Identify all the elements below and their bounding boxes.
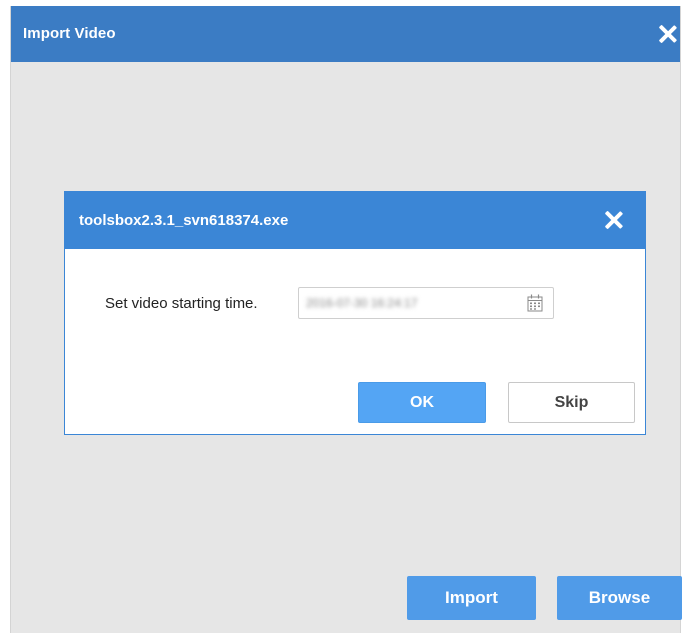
start-time-input[interactable]: 2016-07-30 16:24:17 xyxy=(298,287,554,319)
ok-button[interactable]: OK xyxy=(358,382,486,423)
start-time-label: Set video starting time. xyxy=(105,295,258,312)
window-titlebar: Import Video xyxy=(11,6,680,62)
close-icon[interactable] xyxy=(659,25,677,43)
set-start-time-dialog: toolsbox2.3.1_svn618374.exe Set video st… xyxy=(64,191,646,435)
skip-button[interactable]: Skip xyxy=(508,382,635,423)
close-icon[interactable] xyxy=(605,211,623,229)
import-button[interactable]: Import xyxy=(407,576,536,620)
window-title: Import Video xyxy=(23,25,116,42)
calendar-icon[interactable] xyxy=(527,294,543,312)
dialog-titlebar: toolsbox2.3.1_svn618374.exe xyxy=(65,192,645,249)
dialog-title: toolsbox2.3.1_svn618374.exe xyxy=(79,212,289,229)
browse-button[interactable]: Browse xyxy=(557,576,682,620)
start-time-value: 2016-07-30 16:24:17 xyxy=(306,296,418,310)
